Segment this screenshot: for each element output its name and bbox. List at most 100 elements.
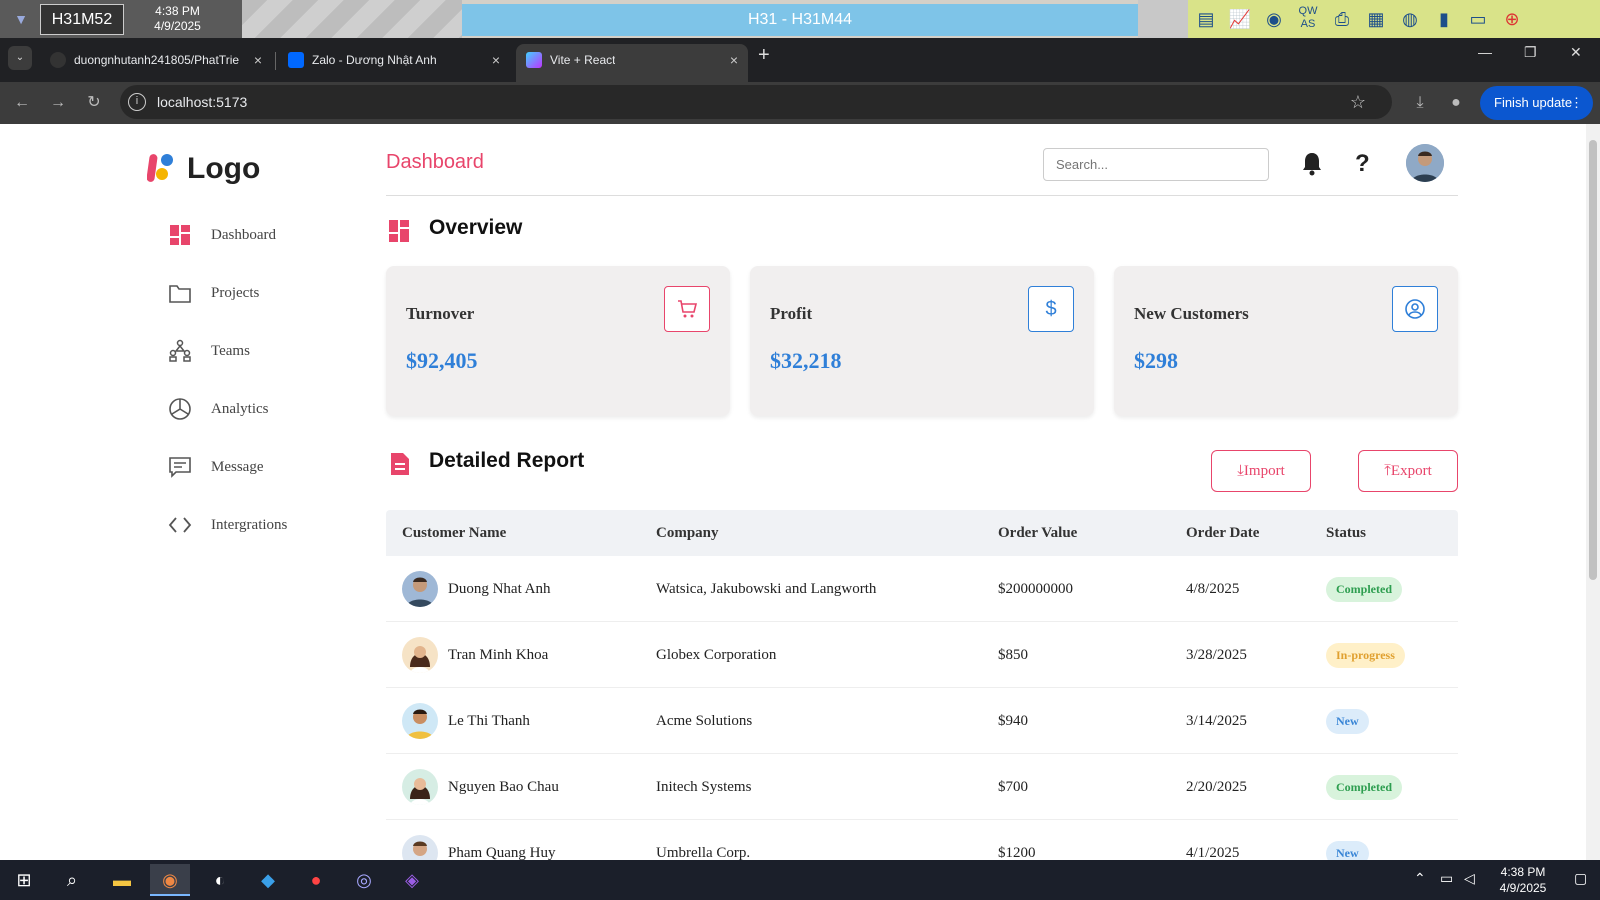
sidebar-item-projects[interactable]: Projects	[168, 277, 368, 309]
sidebar-item-analytics[interactable]: Analytics	[168, 393, 368, 425]
pie-chart-icon	[169, 398, 191, 420]
download-icon[interactable]: ⤓	[1408, 91, 1432, 115]
avatar[interactable]	[1406, 144, 1444, 182]
rd-toolbar: ▤ 📈 ◉ QW AS ⎙ ▦ ◍ ▮ ▭ ⊕	[1188, 0, 1600, 38]
url-field[interactable]: i localhost:5173 ☆	[120, 85, 1392, 119]
taskbar: ⊞ ⌕ ▬ ◉ ◐ ◆ ● ◎ ◈ ⌃ ▭ ◁ 4:38 PM 4/9/2025…	[0, 860, 1600, 900]
order-value: $940	[998, 713, 1028, 729]
table-row[interactable]: Nguyen Bao Chau Initech Systems $700 2/2…	[386, 754, 1458, 820]
page-scrollbar[interactable]	[1586, 124, 1600, 860]
globe-icon[interactable]: ◍	[1396, 5, 1424, 33]
remote-desktop-bar: ▼ H31M52 4:38 PM 4/9/2025 H31 - H31M44 ▤…	[0, 0, 1600, 38]
back-icon[interactable]: ←	[10, 91, 34, 115]
tab-vite-react[interactable]: Vite + React ×	[516, 44, 748, 82]
table-row[interactable]: Tran Minh Khoa Globex Corporation $850 3…	[386, 622, 1458, 688]
tab-separator	[275, 52, 276, 70]
app-red-icon[interactable]: ●	[296, 864, 336, 896]
sidebar-item-dashboard[interactable]: Dashboard	[168, 219, 368, 251]
vite-icon	[526, 52, 542, 68]
notification-icon[interactable]: ▢	[1574, 870, 1587, 887]
grid-icon	[170, 225, 190, 245]
minimize-icon[interactable]: —	[1478, 44, 1492, 60]
site-info-icon[interactable]: i	[128, 93, 146, 111]
address-bar: ← → ↻ i localhost:5173 ☆ ⤓ ● Finish upda…	[0, 82, 1600, 124]
close-icon[interactable]: ×	[730, 44, 738, 76]
eclipse-icon[interactable]: ◎	[344, 864, 384, 896]
network-icon[interactable]: ▭	[1440, 870, 1453, 887]
order-date: 3/28/2025	[1186, 647, 1247, 663]
sidebar-item-label: Intergrations	[211, 517, 288, 533]
column-header[interactable]: Order Value	[998, 510, 1077, 556]
tab-zalo[interactable]: Zalo - Dương Nhật Anh ×	[278, 44, 510, 82]
company: Watsica, Jakubowski and Langworth	[656, 581, 877, 597]
close-window-icon[interactable]: ✕	[1570, 44, 1582, 61]
help-icon[interactable]: ?	[1355, 148, 1370, 180]
windows-start-icon[interactable]: ⊞	[4, 864, 44, 896]
chart-icon[interactable]: 📈	[1226, 5, 1254, 33]
chrome-icon[interactable]: ◉	[150, 864, 190, 896]
rd-date: 4/9/2025	[154, 19, 201, 33]
order-date: 4/1/2025	[1186, 845, 1240, 860]
folder-icon	[169, 285, 191, 303]
window-icon[interactable]: ▦	[1362, 5, 1390, 33]
message-icon[interactable]: ▭	[1464, 5, 1492, 33]
tray-chevron-icon[interactable]: ⌃	[1414, 870, 1426, 887]
volume-icon[interactable]: ◁	[1464, 870, 1475, 887]
column-header[interactable]: Status	[1326, 510, 1366, 556]
table-row[interactable]: Pham Quang Huy Umbrella Corp. $1200 4/1/…	[386, 820, 1458, 860]
new-customers-card: New Customers $298	[1114, 266, 1458, 416]
disc-icon[interactable]: ◉	[1260, 5, 1288, 33]
import-button[interactable]: ⤓Import	[1211, 450, 1311, 492]
profile-icon[interactable]: ●	[1444, 91, 1468, 115]
sidebar-item-message[interactable]: Message	[168, 451, 368, 483]
taskbar-clock[interactable]: 4:38 PM 4/9/2025	[1480, 864, 1566, 896]
company: Acme Solutions	[656, 713, 753, 729]
vscode-icon[interactable]: ◆	[248, 864, 288, 896]
printer-icon[interactable]: ⎙	[1328, 5, 1356, 33]
rd-host-name[interactable]: H31M52	[40, 4, 124, 35]
cart-icon[interactable]	[664, 286, 710, 332]
column-header[interactable]: Customer Name	[402, 510, 506, 556]
company: Umbrella Corp.	[656, 845, 751, 860]
bookmark-star-icon[interactable]: ☆	[1350, 85, 1366, 119]
scrollbar-thumb[interactable]	[1589, 140, 1597, 580]
close-icon[interactable]: ×	[492, 44, 500, 76]
reload-icon[interactable]: ↻	[82, 91, 106, 115]
finish-update-label: Finish update	[1494, 95, 1573, 110]
tab-search-icon[interactable]: ⌄	[8, 46, 32, 70]
search-icon[interactable]: ⌕	[52, 864, 92, 896]
document-icon[interactable]: ▤	[1192, 5, 1220, 33]
pin-icon[interactable]: ▼	[10, 8, 32, 30]
column-header[interactable]: Company	[656, 510, 719, 556]
table-row[interactable]: Duong Nhat Anh Watsica, Jakubowski and L…	[386, 556, 1458, 622]
search-input[interactable]	[1043, 148, 1269, 181]
rd-left-panel: ▼ H31M52 4:38 PM 4/9/2025	[0, 0, 242, 38]
table-row[interactable]: Le Thi Thanh Acme Solutions $940 3/14/20…	[386, 688, 1458, 754]
company: Initech Systems	[656, 779, 752, 795]
finish-update-button[interactable]: Finish update ⋮	[1480, 86, 1593, 120]
new-tab-button[interactable]: +	[758, 44, 770, 67]
sidebar-item-teams[interactable]: Teams	[168, 335, 368, 367]
avatar-image	[1406, 144, 1444, 182]
book-icon[interactable]: ▮	[1430, 5, 1458, 33]
restore-icon[interactable]: ❐	[1524, 44, 1537, 61]
export-icon: ⤒	[1384, 463, 1391, 479]
avatar-image	[406, 577, 434, 607]
user-circle-icon[interactable]	[1392, 286, 1438, 332]
file-explorer-icon[interactable]: ▬	[102, 864, 142, 896]
visual-studio-icon[interactable]: ◈	[392, 864, 432, 896]
order-value: $700	[998, 779, 1028, 795]
app-circle-icon[interactable]: ◐	[200, 864, 240, 896]
more-icon[interactable]: ⋮	[1570, 86, 1583, 120]
dollar-icon[interactable]: $	[1028, 286, 1074, 332]
sidebar-item-intergrations[interactable]: Intergrations	[168, 509, 368, 541]
lifebuoy-icon[interactable]: ⊕	[1498, 5, 1526, 33]
bell-icon[interactable]	[1300, 150, 1324, 178]
forward-icon[interactable]: →	[46, 91, 70, 115]
tab-github[interactable]: duongnhutanh241805/PhatTrie ×	[40, 44, 272, 82]
keyboard-icon[interactable]: QW AS	[1294, 5, 1322, 33]
column-header[interactable]: Order Date	[1186, 510, 1259, 556]
card-value: $298	[1134, 348, 1178, 373]
export-button[interactable]: ⤒Export	[1358, 450, 1458, 492]
close-icon[interactable]: ×	[254, 44, 262, 76]
